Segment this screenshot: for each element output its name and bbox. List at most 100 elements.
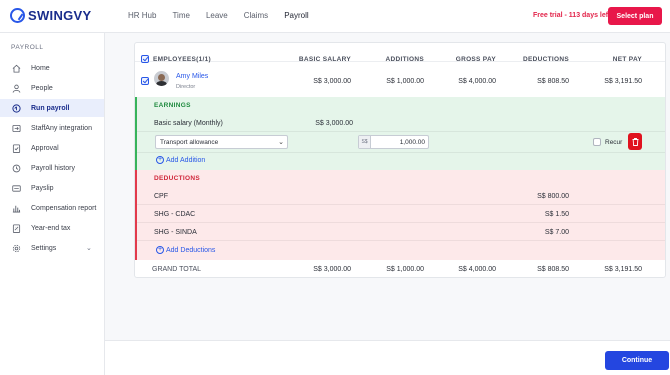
sidebar-item-year-end-tax[interactable]: Year-end tax <box>0 219 104 237</box>
employee-additions: S$ 1,000.00 <box>386 78 424 85</box>
brand-name: SWINGVY <box>28 8 92 23</box>
allowance-type-value: Transport allowance <box>160 138 219 146</box>
nav-hr-hub[interactable]: HR Hub <box>128 11 156 20</box>
basic-salary-column-header: BASIC SALARY <box>298 56 351 63</box>
sidebar-item-label: Compensation report <box>31 204 97 212</box>
delete-button[interactable] <box>628 133 642 150</box>
grand-total-label: GRAND TOTAL <box>152 266 202 273</box>
sidebar-item-label: Settings <box>31 244 57 252</box>
grand-total-gross-pay: S$ 4,000.00 <box>458 266 496 273</box>
recur-checkbox[interactable] <box>593 138 601 146</box>
payslip-icon <box>12 184 21 192</box>
grand-total-net-pay: S$ 3,191.50 <box>604 266 642 273</box>
recur-label: Recur <box>605 139 623 146</box>
plus-circle-icon: + <box>156 156 164 164</box>
grand-total-row: GRAND TOTAL S$ 3,000.00 S$ 1,000.00 S$ 4… <box>135 260 665 277</box>
sidebar-item-staffany-integration[interactable]: StaffAny integration <box>0 119 104 137</box>
run-payroll-icon <box>12 103 21 113</box>
basic-salary-value: S$ 3,000.00 <box>315 120 353 127</box>
divider <box>137 152 665 153</box>
table-header-row: EMPLOYEES(1/1) BASIC SALARY ADDITIONS GR… <box>135 43 665 63</box>
top-navigation-bar: SWINGVY HR Hub Time Leave Claims Payroll… <box>0 0 670 33</box>
footer-bar: Continue <box>105 340 670 375</box>
avatar <box>154 71 169 86</box>
employees-column-header: EMPLOYEES(1/1) <box>153 56 212 63</box>
employee-net-pay: S$ 3,191.50 <box>604 78 642 85</box>
allowance-amount-input[interactable]: S$ 1,000.00 <box>358 135 429 149</box>
chevron-down-icon: ⌄ <box>278 139 284 146</box>
employee-role: Director <box>176 84 196 90</box>
gross-pay-column-header: GROSS PAY <box>455 56 496 63</box>
sidebar-item-label: Payslip <box>31 184 54 192</box>
sidebar-item-settings[interactable]: Settings ⌄ <box>0 239 104 257</box>
free-trial-notice: Free trial - 113 days left <box>533 12 611 19</box>
employee-row[interactable]: Amy Miles Director S$ 3,000.00 S$ 1,000.… <box>135 69 665 97</box>
employee-name[interactable]: Amy Miles <box>176 73 208 80</box>
top-nav-menu: HR Hub Time Leave Claims Payroll <box>128 11 325 20</box>
nav-payroll[interactable]: Payroll <box>284 11 308 20</box>
sidebar-item-run-payroll[interactable]: Run payroll <box>0 99 104 117</box>
tax-icon <box>12 223 21 233</box>
gear-icon <box>12 244 21 252</box>
nav-leave[interactable]: Leave <box>206 11 228 20</box>
chevron-down-icon[interactable]: ⌄ <box>86 244 92 252</box>
sidebar-item-compensation-report[interactable]: Compensation report <box>0 199 104 217</box>
employee-checkbox[interactable] <box>141 77 149 85</box>
sidebar-item-label: Home <box>31 64 50 72</box>
select-plan-button[interactable]: Select plan <box>608 7 662 25</box>
history-icon <box>12 164 21 172</box>
grand-total-additions: S$ 1,000.00 <box>386 266 424 273</box>
approval-icon <box>12 143 21 153</box>
deduction-value: S$ 800.00 <box>537 193 569 200</box>
deductions-column-header: DEDUCTIONS <box>523 56 569 63</box>
swingvy-logo-icon <box>10 8 25 23</box>
nav-time[interactable]: Time <box>172 11 189 20</box>
sidebar-item-payroll-history[interactable]: Payroll history <box>0 159 104 177</box>
swingvy-logo[interactable]: SWINGVY <box>10 8 92 23</box>
deduction-label: CPF <box>154 193 168 200</box>
report-icon <box>12 205 21 213</box>
people-icon <box>12 84 21 93</box>
divider <box>137 131 665 132</box>
trash-icon <box>632 137 638 146</box>
earnings-section: EARNINGS Basic salary (Monthly) S$ 3,000… <box>135 97 665 170</box>
add-deductions-link[interactable]: + Add Deductions <box>156 246 215 254</box>
deduction-value: S$ 1.50 <box>544 211 569 218</box>
integration-icon <box>12 124 21 132</box>
sidebar-item-label: Year-end tax <box>31 224 71 232</box>
additions-column-header: ADDITIONS <box>385 56 424 63</box>
sidebar-item-label: Run payroll <box>31 104 70 112</box>
sidebar-item-payslip[interactable]: Payslip <box>0 179 104 197</box>
add-deductions-label: Add Deductions <box>166 246 216 254</box>
sidebar-item-label: Approval <box>31 144 59 152</box>
employee-deductions: S$ 808.50 <box>537 78 569 85</box>
home-icon <box>12 64 21 73</box>
currency-prefix: S$ <box>359 136 371 148</box>
grand-total-basic-salary: S$ 3,000.00 <box>313 266 351 273</box>
payroll-table: EMPLOYEES(1/1) BASIC SALARY ADDITIONS GR… <box>134 42 666 278</box>
deductions-section: DEDUCTIONS CPF S$ 800.00 SHG - CDAC S$ 1… <box>135 170 665 260</box>
allowance-amount-value: 1,000.00 <box>399 138 425 146</box>
deduction-value: S$ 7.00 <box>544 229 569 236</box>
sidebar-item-approval[interactable]: Approval <box>0 139 104 157</box>
deduction-label: SHG - SINDA <box>154 229 197 236</box>
sidebar-heading: PAYROLL <box>11 44 44 51</box>
employee-gross-pay: S$ 4,000.00 <box>458 78 496 85</box>
divider <box>137 204 665 205</box>
sidebar-item-label: People <box>31 84 53 92</box>
employee-basic-salary: S$ 3,000.00 <box>313 78 351 85</box>
sidebar-item-people[interactable]: People <box>0 79 104 97</box>
nav-claims[interactable]: Claims <box>244 11 268 20</box>
deduction-label: SHG - CDAC <box>154 211 196 218</box>
sidebar-item-label: StaffAny integration <box>31 124 92 132</box>
continue-button[interactable]: Continue <box>605 351 669 370</box>
add-addition-link[interactable]: + Add Addition <box>156 156 205 164</box>
sidebar-item-home[interactable]: Home <box>0 59 104 77</box>
select-all-checkbox[interactable] <box>141 55 149 63</box>
deductions-title: DEDUCTIONS <box>154 175 200 182</box>
earnings-title: EARNINGS <box>154 102 191 109</box>
plus-circle-icon: + <box>156 246 164 254</box>
divider <box>137 240 665 241</box>
net-pay-column-header: NET PAY <box>612 56 642 63</box>
allowance-type-select[interactable]: Transport allowance ⌄ <box>155 135 288 149</box>
